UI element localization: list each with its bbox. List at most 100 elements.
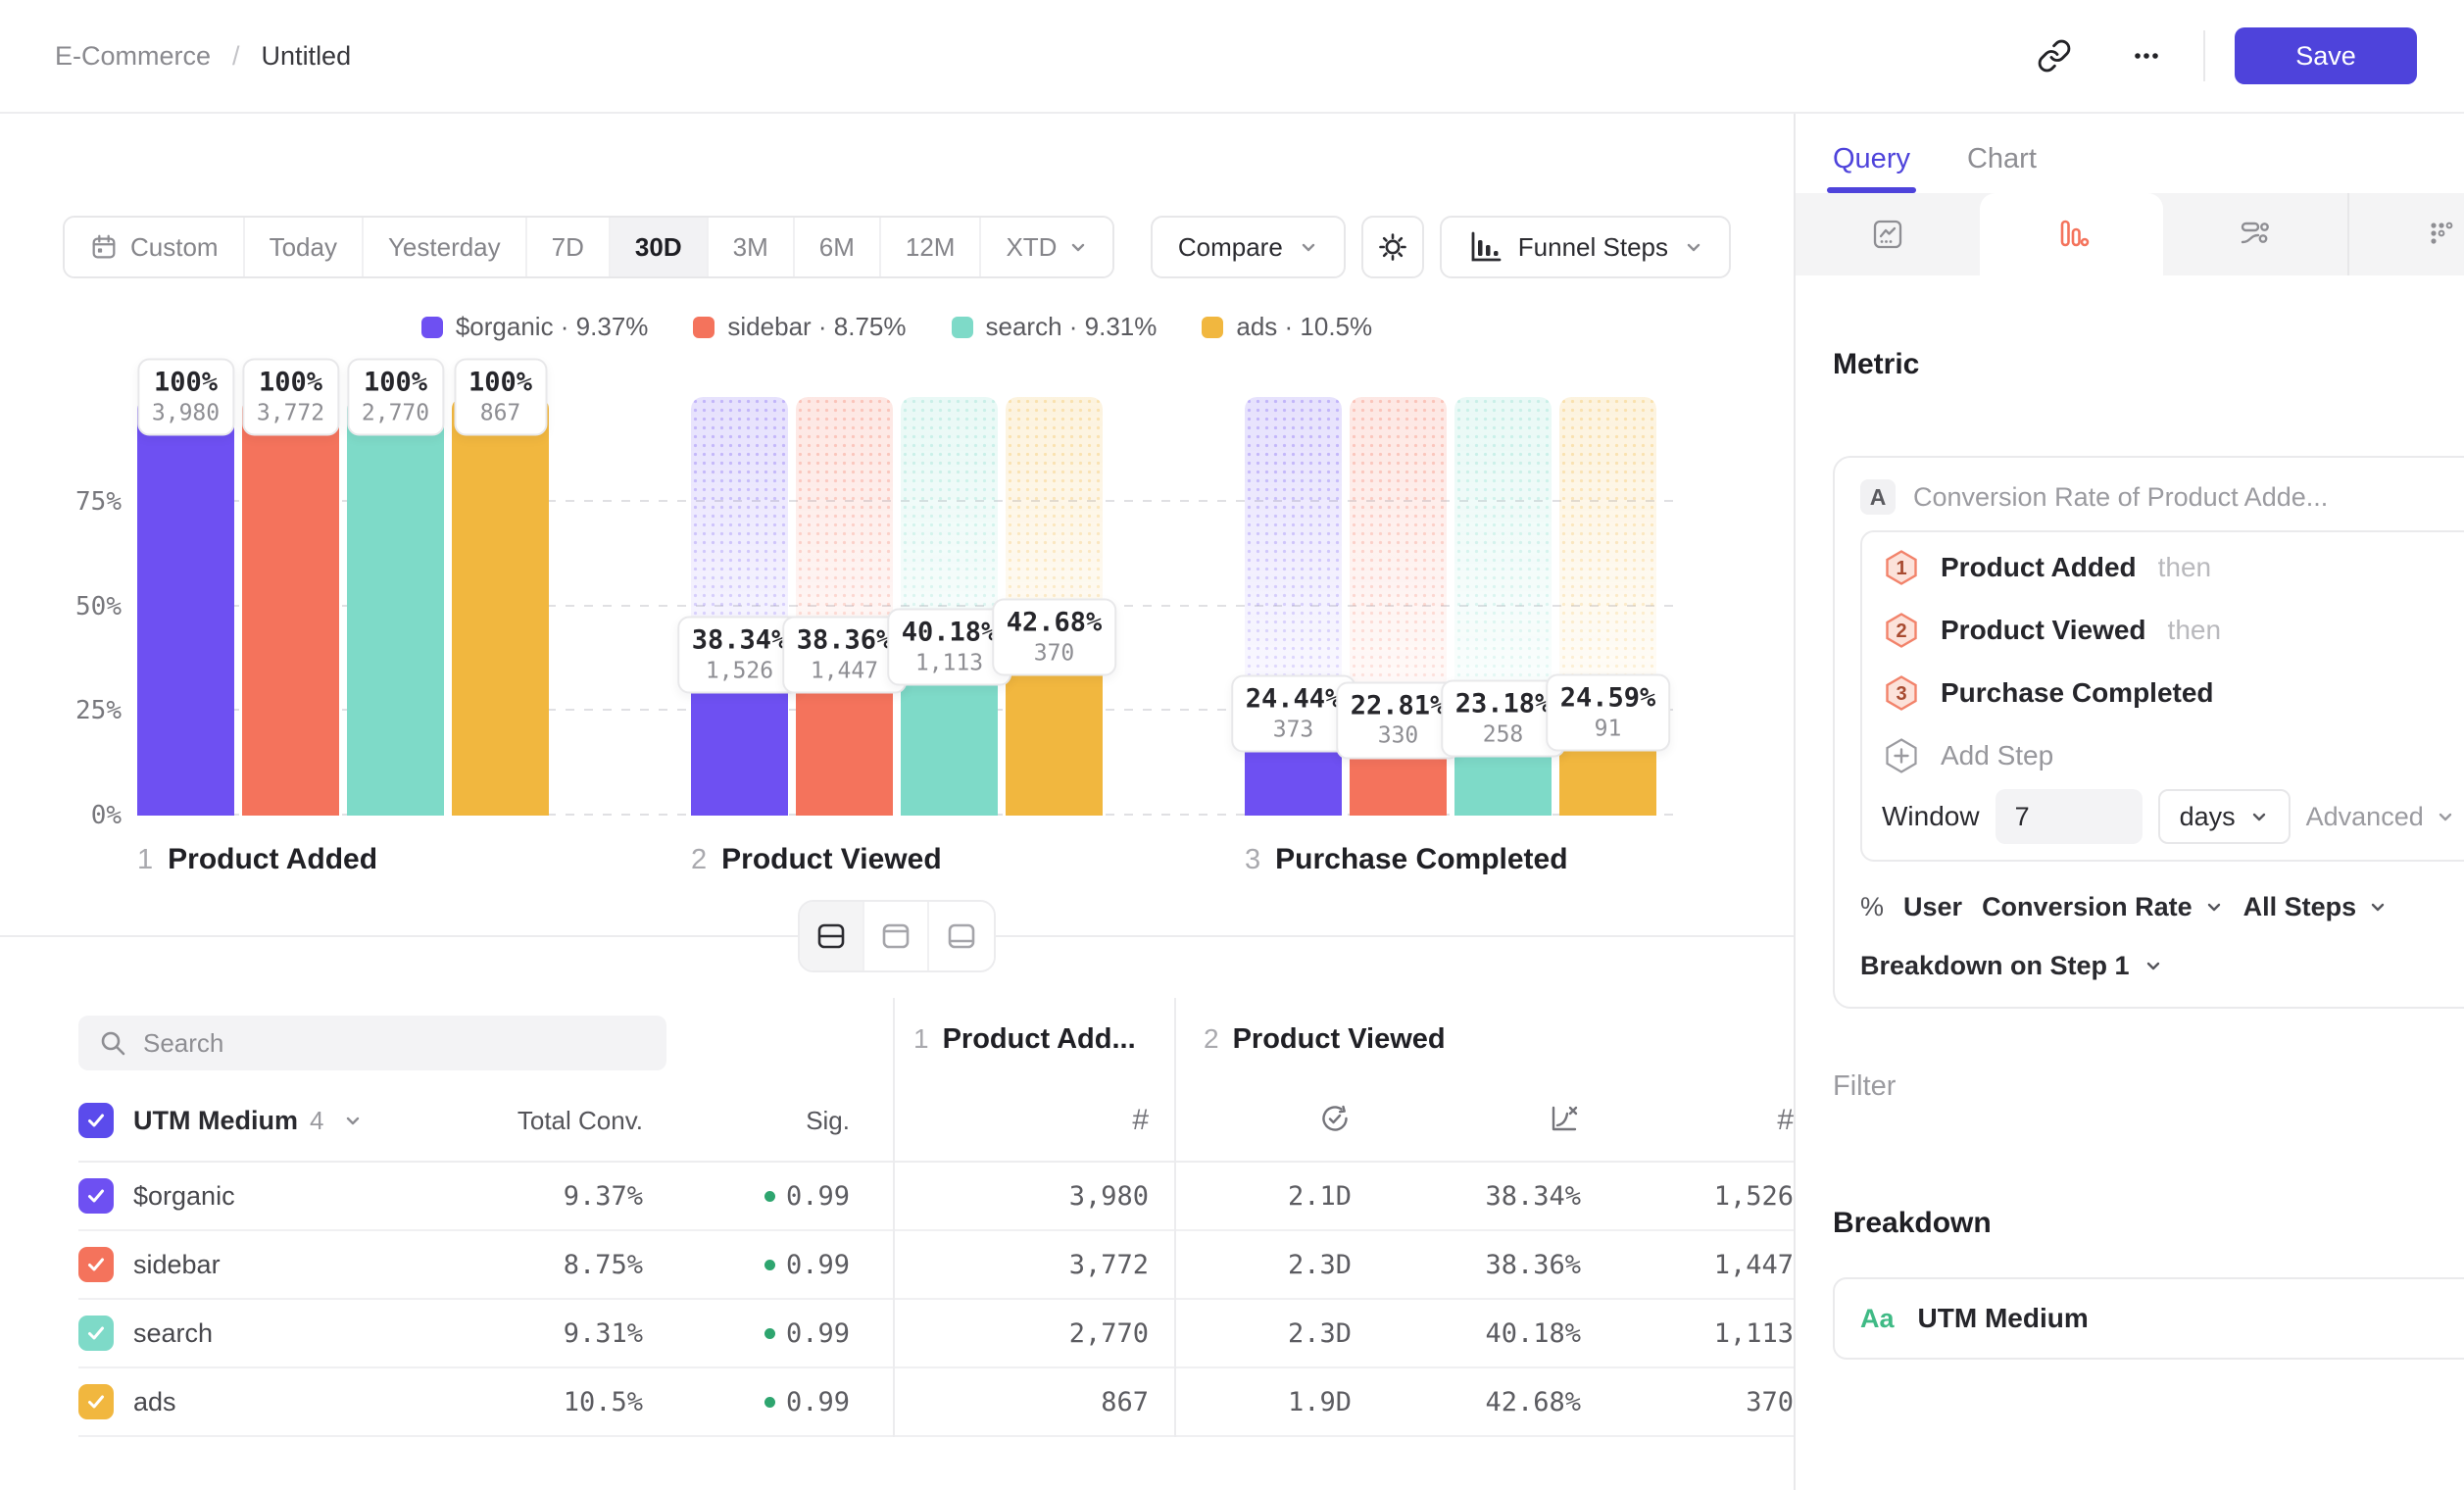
row-checkbox[interactable] (78, 1384, 114, 1419)
bar-value-card: 100%3,980 (137, 359, 234, 436)
date-range-xtd[interactable]: XTD (981, 218, 1112, 276)
save-button[interactable]: Save (2235, 27, 2417, 84)
chart-type-button[interactable]: Funnel Steps (1440, 216, 1731, 278)
significance-value: 0.99 (786, 1318, 850, 1349)
filter-section: Filter (1833, 1071, 2464, 1101)
compare-label: Compare (1178, 232, 1283, 263)
metric-step[interactable]: 2Product Viewedthen (1882, 599, 2455, 662)
date-range-label: 7D (552, 232, 584, 263)
date-range-today[interactable]: Today (245, 218, 364, 276)
date-range-7d[interactable]: 7D (527, 218, 611, 276)
time-to-convert-icon[interactable] (1149, 1102, 1352, 1135)
measure-entity[interactable]: User (1903, 892, 1962, 922)
breakdown-list: AaUTM Medium (1833, 1277, 2464, 1360)
metric-step[interactable]: 3Purchase Completed (1882, 662, 2455, 724)
bar-value-card: 100%2,770 (347, 359, 444, 436)
table-row[interactable]: ads10.5%0.998671.9D42.68%370 (78, 1368, 1794, 1437)
step-number: 2 (1204, 1023, 1219, 1055)
tab-query[interactable]: Query (1833, 143, 1910, 193)
legend-item[interactable]: sidebar · 8.75% (693, 312, 906, 342)
advanced-toggle[interactable]: Advanced (2306, 802, 2455, 832)
step2-conversion-cell: 40.18% (1352, 1318, 1581, 1349)
date-range-3m[interactable]: 3M (709, 218, 795, 276)
significance-dot (764, 1191, 775, 1202)
select-all-checkbox[interactable] (78, 1103, 114, 1138)
column-sig[interactable]: Sig. (643, 1106, 850, 1136)
metric-steps: 1Product Addedthen2Product Viewedthen3Pu… (1882, 536, 2455, 724)
metric-type-tabs (1796, 193, 2464, 275)
layout-chart-button[interactable] (864, 902, 929, 970)
tab-funnel[interactable] (1980, 193, 2164, 275)
legend-item[interactable]: $organic · 9.37% (421, 312, 649, 342)
tab-chart[interactable]: Chart (1967, 143, 2037, 193)
layout-bottom-icon (944, 919, 979, 954)
breakdown-column-label[interactable]: UTM Medium (133, 1106, 298, 1136)
breadcrumb-current[interactable]: Untitled (262, 41, 352, 72)
breadcrumb-parent[interactable]: E-Commerce (55, 41, 211, 72)
bar-count: 867 (468, 400, 532, 426)
funnel-bar-sidebar[interactable]: 22.81%330 (1350, 397, 1447, 816)
significance-cell: 0.99 (643, 1250, 850, 1280)
conversion-rate-icon[interactable] (1352, 1102, 1581, 1135)
funnel-bar-search[interactable]: 100%2,770 (347, 397, 444, 816)
funnel-bar-search[interactable]: 40.18%1,113 (901, 397, 998, 816)
chart-settings-button[interactable] (1361, 216, 1424, 278)
legend-item[interactable]: search · 9.31% (952, 312, 1158, 342)
metric-title[interactable]: Conversion Rate of Product Adde... (1913, 482, 2328, 513)
tab-retention[interactable] (2347, 193, 2464, 275)
funnel-bar-ads[interactable]: 42.68%370 (1006, 397, 1103, 816)
layout-table-button[interactable] (929, 902, 994, 970)
measure-metric-select[interactable]: Conversion Rate (1982, 892, 2224, 922)
date-range-6m[interactable]: 6M (795, 218, 881, 276)
table-row[interactable]: $organic9.37%0.993,9802.1D38.34%1,526 (78, 1163, 1794, 1231)
breakdown-item[interactable]: AaUTM Medium (1833, 1277, 2464, 1360)
svg-text:2: 2 (1896, 621, 1906, 642)
step-suffix: then (2158, 552, 2212, 583)
step-label: Product Viewed (1233, 1023, 1446, 1056)
toolbar-right: Compare Funnel Steps (1151, 216, 1731, 278)
tab-line-chart[interactable] (1796, 193, 1980, 275)
layout-split-button[interactable] (800, 902, 864, 970)
share-link-button[interactable] (2027, 28, 2082, 83)
chevron-down-icon (1068, 237, 1088, 257)
search-icon (98, 1028, 127, 1058)
compare-button[interactable]: Compare (1151, 216, 1346, 278)
search-input[interactable] (143, 1028, 647, 1059)
chart-legend: $organic · 9.37% sidebar · 8.75% search · … (0, 312, 1794, 342)
bar-value-card: 42.68%370 (992, 598, 1117, 675)
funnel-bar-organic[interactable]: 38.34%1,526 (691, 397, 788, 816)
row-checkbox[interactable] (78, 1178, 114, 1214)
legend-item[interactable]: ads · 10.5% (1202, 312, 1372, 342)
tab-flow[interactable] (2163, 193, 2347, 275)
measure-scope-select[interactable]: All Steps (2243, 892, 2389, 922)
funnel-bar-organic[interactable]: 24.44%373 (1245, 397, 1342, 816)
table-row[interactable]: sidebar8.75%0.993,7722.3D38.36%1,447 (78, 1231, 1794, 1300)
table-row[interactable]: search9.31%0.992,7702.3D40.18%1,113 (78, 1300, 1794, 1368)
funnel-bar-sidebar[interactable]: 100%3,772 (242, 397, 339, 816)
step-number: 2 (691, 844, 707, 876)
metric-step[interactable]: 1Product Addedthen (1882, 536, 2455, 599)
bar-value-card: 24.59%91 (1546, 674, 1671, 752)
date-range-yesterday[interactable]: Yesterday (364, 218, 527, 276)
date-range-30d[interactable]: 30D (611, 218, 709, 276)
date-range-custom[interactable]: Custom (65, 218, 245, 276)
row-name-cell: $organic (78, 1178, 510, 1214)
funnel-bar-ads[interactable]: 24.59%91 (1559, 397, 1656, 816)
row-checkbox[interactable] (78, 1247, 114, 1282)
funnel-bar-organic[interactable]: 100%3,980 (137, 397, 234, 816)
count-column-icon[interactable]: # (1581, 1104, 1794, 1137)
chevron-down-icon (2249, 807, 2269, 826)
date-range-12m[interactable]: 12M (881, 218, 982, 276)
window-value-input[interactable] (1996, 789, 2143, 844)
chevron-down-icon[interactable] (343, 1111, 363, 1130)
more-options-button[interactable] (2119, 28, 2174, 83)
row-checkbox[interactable] (78, 1316, 114, 1351)
column-total-conv[interactable]: Total Conv. (510, 1106, 643, 1136)
breakdown-on-select[interactable]: Breakdown on Step 1 (1860, 950, 2163, 981)
funnel-bar-sidebar[interactable]: 38.36%1,447 (796, 397, 893, 816)
add-step-button[interactable]: Add Step (1882, 724, 2455, 787)
search-input-wrapper[interactable] (78, 1016, 666, 1070)
funnel-bar-ads[interactable]: 100%867 (452, 397, 549, 816)
window-unit-select[interactable]: days (2158, 789, 2291, 844)
funnel-bar-search[interactable]: 23.18%258 (1454, 397, 1552, 816)
